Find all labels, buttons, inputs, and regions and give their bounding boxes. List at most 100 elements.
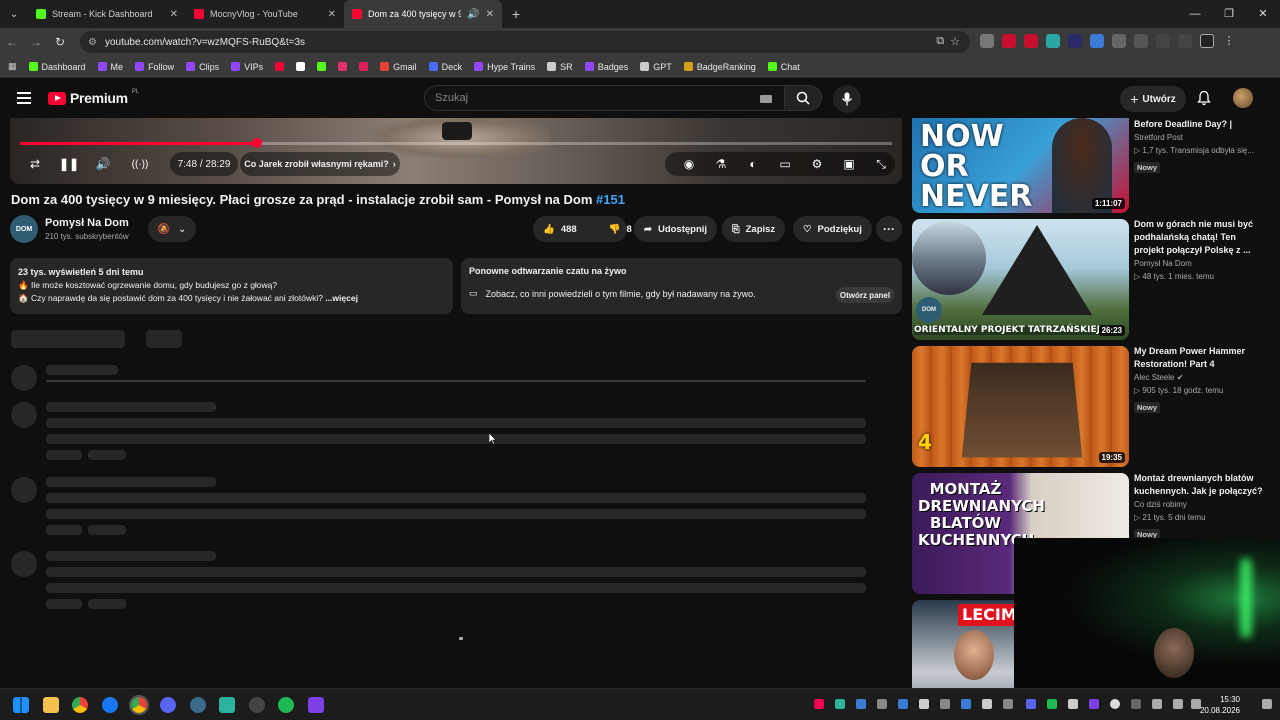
hashtag-link[interactable]: #151 (596, 192, 625, 207)
restore-icon[interactable]: ❐ (1212, 0, 1246, 28)
tray-app-icon[interactable] (1047, 699, 1057, 709)
channel-avatar[interactable]: DOM (10, 215, 38, 243)
tab-search-icon[interactable]: ⌄ (0, 0, 28, 28)
video-thumbnail[interactable]: NOW OR NEVER 1:11:07 (912, 118, 1129, 213)
file-explorer-icon[interactable] (43, 697, 59, 713)
subtitles-icon[interactable]: ▭ (775, 150, 795, 178)
chrome-profile-icon[interactable] (129, 695, 149, 715)
search-button[interactable] (784, 85, 822, 111)
red-extension-icon[interactable] (1002, 34, 1016, 48)
back-icon[interactable]: ← (0, 35, 24, 49)
bookmark-hype-trains[interactable]: Hype Trains (474, 62, 535, 72)
bookmark-badges[interactable]: Badges (584, 62, 628, 72)
facebook-icon[interactable] (102, 697, 118, 713)
bookmark-sr[interactable]: SR (547, 62, 573, 72)
thanks-button[interactable]: ♡ Podziękuj (793, 216, 872, 242)
moon-extension-icon[interactable] (1068, 34, 1082, 48)
more-actions-button[interactable]: ··· (876, 216, 902, 242)
close-window-icon[interactable]: ✕ (1246, 0, 1280, 28)
bookmark-deck[interactable]: Deck (428, 62, 462, 72)
pause-icon[interactable]: ❚❚ (58, 150, 80, 178)
seek-bar[interactable] (20, 138, 892, 148)
obs-icon[interactable] (249, 697, 265, 713)
puzzle-icon[interactable] (1156, 34, 1170, 48)
fullscreen-icon[interactable]: ⤡ (871, 150, 891, 178)
tray-map-pin-icon[interactable] (814, 699, 824, 709)
channel-name[interactable]: Pomysł Na Dom (1134, 257, 1264, 270)
bookmark-gpt[interactable]: GPT (640, 62, 672, 72)
tray-app-icon[interactable] (1003, 699, 1013, 709)
bookmark-slack[interactable] (359, 62, 369, 71)
close-tab-icon[interactable]: ✕ (486, 9, 494, 20)
tray-app-icon[interactable] (982, 699, 992, 709)
youtube-premium-logo[interactable]: Premium PL (48, 89, 139, 106)
network-icon[interactable] (1173, 699, 1183, 709)
tray-app-icon[interactable] (1131, 699, 1141, 709)
keyboard-icon[interactable] (760, 95, 772, 103)
menu-list-icon[interactable] (1178, 34, 1192, 48)
spotify-icon[interactable] (278, 697, 294, 713)
shield-extension-icon[interactable] (980, 34, 994, 48)
site-info-icon[interactable]: ⚙ (88, 37, 97, 48)
url-text[interactable]: youtube.com/watch?v=wzMQFS-RuBQ&t=3s (105, 37, 305, 48)
close-tab-icon[interactable]: ✕ (170, 9, 178, 20)
hamburger-menu-icon[interactable] (17, 92, 31, 104)
channel-name[interactable]: Pomysł Na Dom (45, 217, 129, 229)
video-title[interactable]: Before Deadline Day? | (1134, 118, 1264, 131)
volume-icon[interactable]: 🔊 (92, 150, 114, 178)
tray-app-icon[interactable] (1089, 699, 1099, 709)
channel-name-text[interactable]: Alec Steele (1134, 373, 1174, 382)
bookmark-youtube[interactable] (275, 62, 285, 71)
video-title[interactable]: My Dream Power Hammer Restoration! Part … (1134, 345, 1264, 371)
audio-app-icon[interactable] (219, 697, 235, 713)
create-button[interactable]: + Utwórz (1120, 86, 1186, 112)
shield-extension-icon[interactable] (1134, 34, 1148, 48)
red-extension-icon[interactable] (1024, 34, 1038, 48)
video-title[interactable]: Dom w górach nie musi być podhalańską ch… (1134, 218, 1264, 257)
video-thumbnail[interactable]: DOM ORIENTALNY PROJEKT TATRZAŃSKIEJ C 26… (912, 219, 1129, 340)
notifications-bell-icon[interactable] (1197, 90, 1211, 111)
bookmark-star-icon[interactable]: ☆ (950, 35, 960, 48)
settings-gear-icon[interactable]: ⚙ (807, 150, 827, 178)
close-tab-icon[interactable]: ✕ (328, 9, 336, 20)
discord-icon[interactable] (160, 697, 176, 713)
cursor-app-icon[interactable] (190, 697, 206, 713)
tray-discord-icon[interactable] (1026, 699, 1036, 709)
bookmark-clips[interactable]: Clips (186, 62, 219, 72)
bookmark-me[interactable]: Me (97, 62, 123, 72)
bookmark-dashboard[interactable]: Dashboard (28, 62, 86, 72)
tab-current-video[interactable]: Dom za 400 tysięcy w 9 mie 🔊 ✕ (344, 0, 502, 28)
share-button[interactable]: ➦ Udostępnij (634, 216, 718, 242)
bookmark-x[interactable] (296, 62, 306, 71)
tray-app-icon[interactable] (856, 699, 866, 709)
windows-start-icon[interactable] (13, 697, 29, 713)
autoplay-toggle-icon[interactable]: ◐ (743, 150, 763, 178)
microphone-icon[interactable] (1152, 699, 1162, 709)
like-button[interactable]: 👍 488 (533, 216, 587, 242)
tray-app-icon[interactable] (961, 699, 971, 709)
autoplay-loop-icon[interactable]: ⇄ (24, 150, 46, 178)
notification-icon[interactable] (1262, 699, 1272, 709)
blue-extension-icon[interactable] (1090, 34, 1104, 48)
tray-app-icon[interactable] (940, 699, 950, 709)
gray-extension-icon[interactable] (1112, 34, 1126, 48)
voice-search-button[interactable] (833, 85, 861, 113)
profile-icon[interactable] (1200, 34, 1214, 48)
scrubber-handle[interactable] (252, 138, 263, 148)
tray-app-icon[interactable] (835, 699, 845, 709)
install-icon[interactable]: ⧉ (936, 35, 944, 48)
tray-app-icon[interactable] (1110, 699, 1120, 709)
channel-name[interactable]: Co dziś robimy (1134, 498, 1264, 511)
chrome-icon[interactable] (72, 697, 88, 713)
tray-app-icon[interactable] (898, 699, 908, 709)
show-more-link[interactable]: ...więcej (325, 293, 358, 303)
tab-mocnyvlog[interactable]: MocnyVlog - YouTube ✕ (186, 0, 344, 28)
bookmark-instagram[interactable] (338, 62, 348, 71)
reload-icon[interactable]: ↻ (48, 35, 72, 49)
system-clock[interactable]: 15:30 20.08.2026 (1200, 694, 1240, 716)
bookmark-kick[interactable] (317, 62, 327, 71)
bookmark-gmail[interactable]: Gmail (380, 62, 417, 72)
tray-app-icon[interactable] (919, 699, 929, 709)
app-grid-icon[interactable] (308, 697, 324, 713)
tray-app-icon[interactable] (1068, 699, 1078, 709)
